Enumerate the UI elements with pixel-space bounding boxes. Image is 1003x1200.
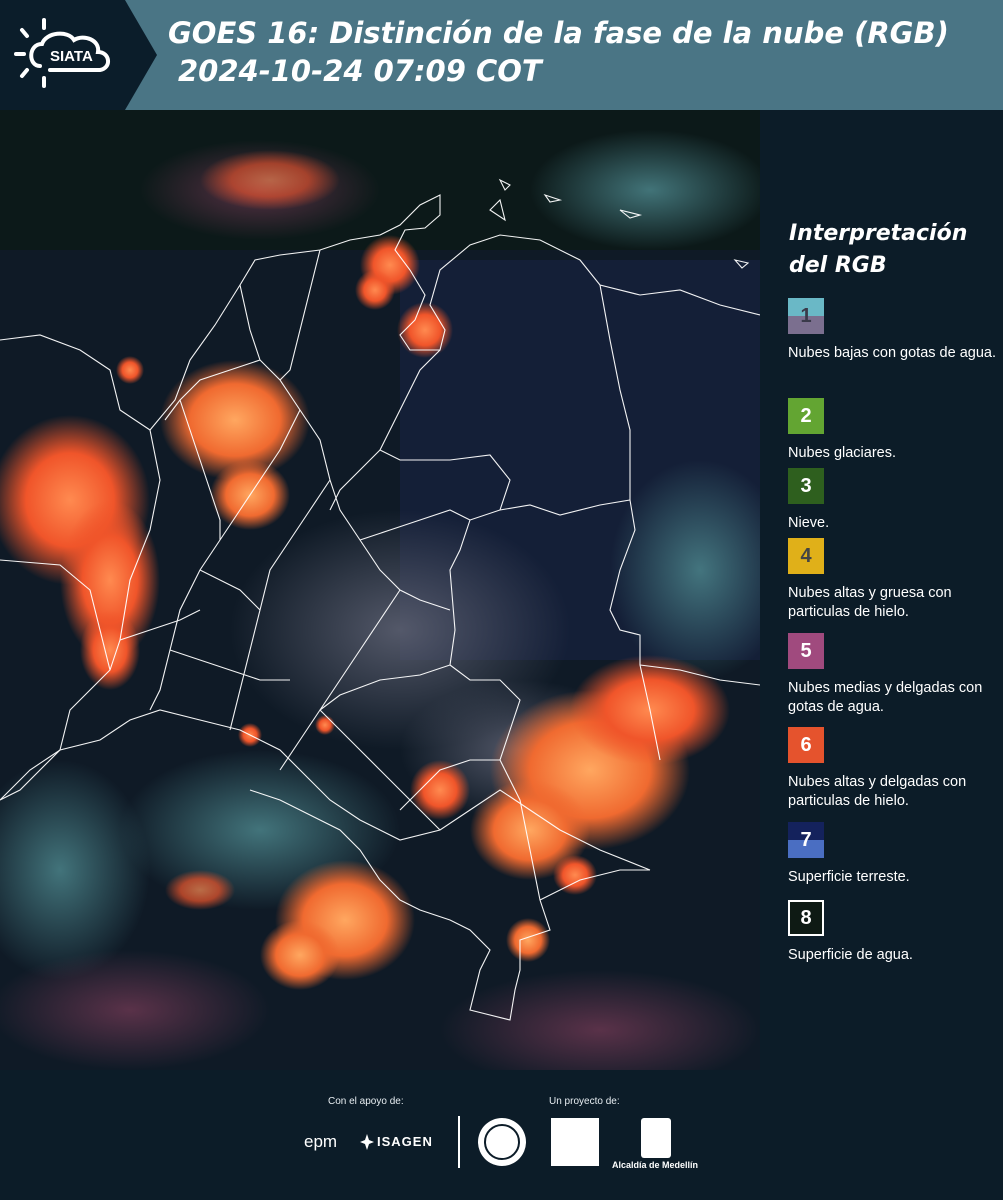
page-datetime: 2024-10-24 07:09 COT: [178, 54, 542, 88]
siata-logo-icon: SIATA: [14, 18, 110, 88]
legend-number: 1: [800, 304, 812, 327]
page-title: GOES 16: Distinción de la fase de la nub…: [168, 16, 949, 50]
legend-item: 3 Nieve.: [788, 468, 998, 533]
legend-number: 8: [800, 906, 812, 929]
legend-number: 5: [800, 639, 812, 662]
alcaldia-shield-icon: [641, 1118, 671, 1158]
siata-logo-text: SIATA: [50, 48, 93, 65]
satellite-image: [0, 110, 760, 1070]
legend-label: Nieve.: [788, 515, 830, 531]
government-seal-icon: [478, 1118, 526, 1166]
legend-item: 1 Nubes bajas con gotas de agua.: [788, 298, 998, 363]
satellite-map: [0, 110, 760, 1070]
project-label: Un proyecto de:: [549, 1096, 620, 1107]
legend-item: 2 Nubes glaciares.: [788, 398, 998, 463]
legend-label: Nubes glaciares.: [788, 445, 896, 461]
legend-label: Superficie terreste.: [788, 869, 910, 885]
legend-label: Nubes altas y gruesa con particulas de h…: [788, 585, 952, 620]
legend-item: 8 Superficie de agua.: [788, 900, 998, 965]
legend-label: Nubes altas y delgadas con particulas de…: [788, 774, 967, 809]
alcaldia-logo-text: Alcaldía de Medellín: [612, 1160, 699, 1170]
legend-label: Nubes bajas con gotas de agua.: [788, 345, 996, 361]
legend-label: Nubes medias y delgadas con gotas de agu…: [788, 680, 983, 715]
legend-swatch: 7: [788, 822, 824, 858]
support-label: Con el apoyo de:: [328, 1096, 404, 1107]
legend-number: 6: [800, 733, 812, 756]
footer: Con el apoyo de: epm ISAGEN Un proyecto …: [0, 1070, 1003, 1200]
legend-number: 4: [800, 544, 812, 567]
legend-item: 4 Nubes altas y gruesa con particulas de …: [788, 538, 998, 622]
legend-swatch: 6: [788, 727, 824, 763]
legend-number: 7: [800, 828, 812, 851]
logo-arrow-shape: [125, 0, 157, 110]
legend-swatch: 2: [788, 398, 824, 434]
legend-swatch: 1: [788, 298, 824, 334]
siata-logo-block: SIATA: [0, 0, 125, 110]
legend-item: 5 Nubes medias y delgadas con gotas de ag…: [788, 633, 998, 717]
isagen-logo-text: ISAGEN: [377, 1134, 433, 1149]
footer-divider: [458, 1116, 460, 1168]
legend-title: Interpretación del RGB: [789, 221, 968, 278]
epm-logo-text: epm: [304, 1132, 338, 1151]
legend-swatch: 5: [788, 633, 824, 669]
legend-swatch: 4: [788, 538, 824, 574]
isagen-logo-icon: [360, 1134, 374, 1150]
legend-item: 6 Nubes altas y delgadas con particulas d…: [788, 727, 998, 811]
legend-number: 3: [800, 474, 812, 497]
legend-label: Superficie de agua.: [788, 947, 913, 963]
area-metropolitana-logo-icon: [551, 1118, 599, 1166]
legend-swatch: 8: [788, 900, 824, 936]
legend-item: 7 Superficie terreste.: [788, 822, 998, 887]
legend-swatch: 3: [788, 468, 824, 504]
legend-panel: Interpretación del RGB 1 Nubes bajas con …: [760, 110, 1003, 1070]
legend-number: 2: [800, 404, 812, 427]
header-bar: SIATA GOES 16: Distinción de la fase de …: [0, 0, 1003, 110]
